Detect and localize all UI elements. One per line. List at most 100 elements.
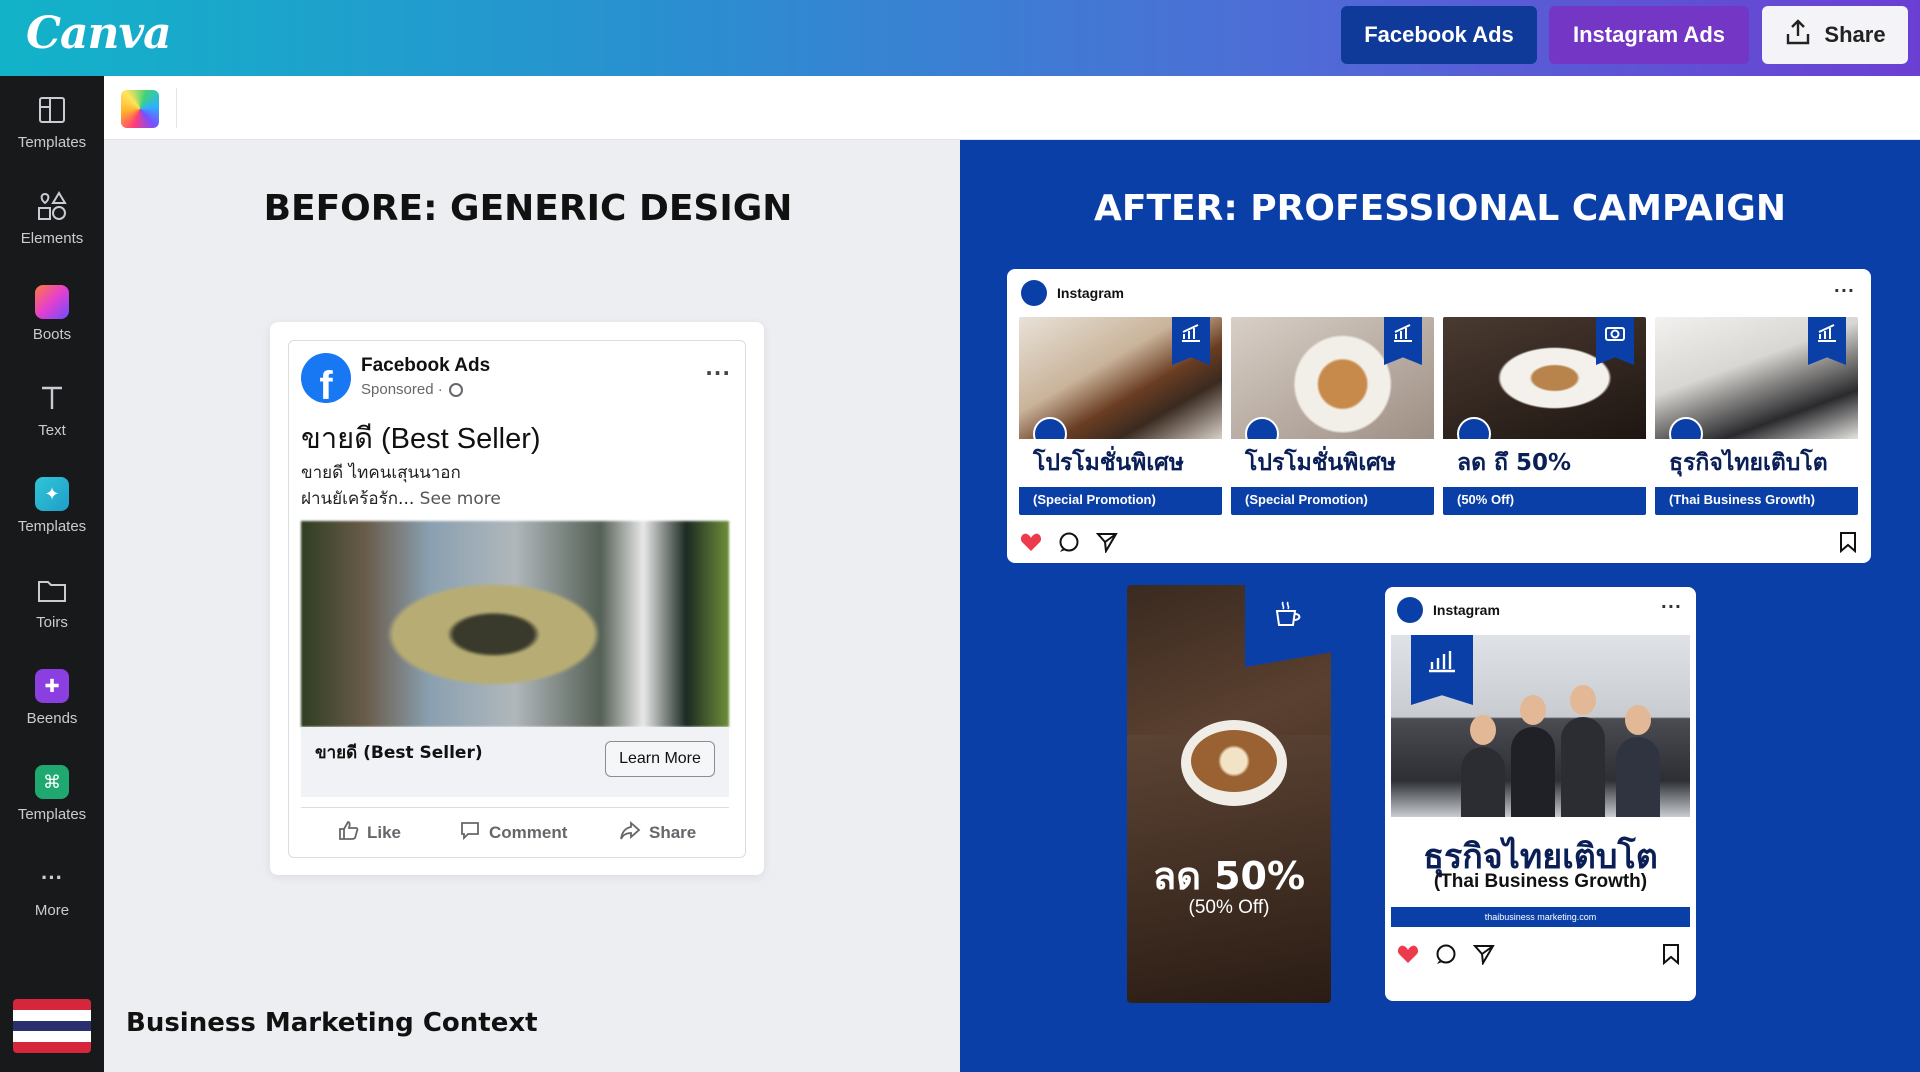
fb-sponsored-line: Sponsored ·	[361, 381, 463, 398]
more-options-icon[interactable]: ···	[705, 361, 731, 385]
layout-icon	[34, 92, 70, 128]
sidebar-item-templates[interactable]: Templates	[0, 92, 104, 172]
magic-icon: ✦	[34, 476, 70, 512]
business-meeting-photo	[1391, 635, 1690, 817]
before-panel: BEFORE: GENERIC DESIGN f Facebook Ads Sp…	[104, 140, 960, 1072]
color-picker-swatch[interactable]	[121, 90, 159, 128]
share-post-button[interactable]: Share	[619, 819, 696, 846]
more-options-icon[interactable]: ···	[1661, 597, 1682, 616]
post-subtitle: (Special Promotion)	[1033, 492, 1156, 507]
thumbs-up-icon	[337, 819, 359, 846]
like-button[interactable]: Like	[337, 819, 401, 846]
comment-button[interactable]: Comment	[459, 819, 567, 846]
sidebar-label: Beends	[26, 710, 78, 727]
share-label: Share	[1824, 22, 1886, 47]
bookmark-icon[interactable]	[1839, 531, 1857, 557]
fb-cta-text: ขายดี (Best Seller)	[315, 743, 483, 763]
sidebar-label: Boots	[32, 326, 72, 343]
post-subtitle: (50% Off)	[1457, 492, 1515, 507]
text-icon	[34, 380, 70, 416]
sidebar-item-magic-templates[interactable]: ✦ Templates	[0, 476, 104, 556]
fb-cta-bar: ขายดี (Best Seller) Learn More	[301, 727, 729, 797]
sidebar-item-more[interactable]: ··· More	[0, 860, 104, 940]
fb-body-line1: ขายดี ไทคนเสุนนาอก	[301, 463, 461, 483]
sidebar-item-apps-templates[interactable]: ⌘ Templates	[0, 764, 104, 844]
post-subtitle: (Special Promotion)	[1245, 492, 1368, 507]
post-title: โปรโมชั่นพิเศษ	[1033, 450, 1184, 476]
sidebar-label: More	[34, 902, 70, 919]
sidebar-item-boots[interactable]: Boots	[0, 284, 104, 364]
ig-account-name: Instagram	[1433, 602, 1500, 618]
learn-more-button[interactable]: Learn More	[605, 741, 715, 777]
toolbar-divider	[176, 88, 177, 128]
see-more-link[interactable]: See more	[420, 489, 501, 509]
sidebar-label: Text	[38, 422, 66, 439]
fb-page-name: Facebook Ads	[361, 355, 491, 376]
instagram-story-card[interactable]: ลด 50% (50% Off)	[1127, 585, 1331, 1003]
post-subtitle: (Thai Business Growth)	[1669, 492, 1815, 507]
top-header: Canva Facebook Ads Instagram Ads Share	[0, 0, 1920, 76]
editor-toolbar	[104, 76, 1920, 140]
share-post-label: Share	[649, 822, 697, 842]
post-title: โปรโมชั่นพิเศษ	[1245, 450, 1396, 476]
facebook-ads-button[interactable]: Facebook Ads	[1341, 6, 1537, 64]
fb-divider	[301, 807, 729, 808]
ig-post-tile[interactable]: ธุรกิจไทยเติบโต (Thai Business Growth)	[1655, 317, 1858, 515]
instagram-feed-card[interactable]: Instagram ··· โปรโมชั่นพิเศษ (Special Pr…	[1007, 269, 1871, 563]
after-panel: AFTER: PROFESSIONAL CAMPAIGN Instagram ·…	[960, 140, 1920, 1072]
share-arrow-icon	[619, 819, 641, 846]
before-title: BEFORE: GENERIC DESIGN	[263, 188, 793, 229]
heart-icon[interactable]	[1397, 944, 1419, 968]
coffee-cup-icon	[1245, 585, 1331, 667]
fb-ad-image	[301, 521, 729, 727]
post-title: ธุรกิจไทยเติบโต	[1669, 450, 1828, 476]
sidebar-label: Toirs	[36, 614, 68, 631]
latte-cup	[1181, 720, 1287, 806]
facebook-ad-card: f Facebook Ads Sponsored · ··· ขายดี (Be…	[288, 340, 746, 858]
brand-icon: ✚	[34, 668, 70, 704]
sidebar-item-beends[interactable]: ✚ Beends	[0, 668, 104, 748]
comment-icon[interactable]	[1435, 943, 1457, 969]
canva-logo[interactable]: Canva	[26, 8, 172, 59]
ig-reactions	[1020, 531, 1118, 557]
ig-post-tile[interactable]: โปรโมชั่นพิเศษ (Special Promotion)	[1019, 317, 1222, 515]
comment-icon	[459, 819, 481, 846]
send-icon[interactable]	[1472, 943, 1495, 969]
fb-sponsored-label: Sponsored ·	[361, 381, 443, 398]
chart-icon	[1411, 635, 1473, 705]
sidebar-item-elements[interactable]: Elements	[0, 188, 104, 268]
send-icon[interactable]	[1095, 531, 1118, 557]
sidebar-item-toirs[interactable]: Toirs	[0, 572, 104, 652]
instagram-post-card[interactable]: Instagram ··· ธุรกิจไทยเติบโต (Thai Busi…	[1385, 587, 1696, 1001]
ig-post-tile[interactable]: ลด ถึ 50% (50% Off)	[1443, 317, 1646, 515]
sidebar-item-text[interactable]: Text	[0, 380, 104, 460]
context-label: Business Marketing Context	[126, 1008, 538, 1038]
fb-headline: ขายดี (Best Seller)	[301, 423, 541, 455]
fb-body-text: ฝานยัเคร้อรัก...	[301, 489, 415, 509]
post-subtitle: (Thai Business Growth)	[1433, 871, 1648, 892]
sidebar-label: Templates	[17, 518, 87, 535]
post-title: ลด ถึ 50%	[1457, 450, 1572, 476]
gradient-app-icon	[34, 284, 70, 320]
ig-reactions	[1397, 943, 1495, 969]
apps-icon: ⌘	[34, 764, 70, 800]
fb-body-line2: ฝานยัเคร้อรัก... See more	[301, 485, 501, 512]
ig-account-name: Instagram	[1057, 285, 1124, 301]
bookmark-icon[interactable]	[1662, 943, 1680, 969]
more-options-icon[interactable]: ···	[1834, 281, 1855, 300]
globe-icon	[448, 382, 463, 397]
comment-icon[interactable]	[1058, 531, 1080, 557]
like-label: Like	[367, 822, 402, 842]
comment-label: Comment	[489, 822, 568, 842]
sidebar-label: Templates	[17, 806, 87, 823]
facebook-ad-frame[interactable]: f Facebook Ads Sponsored · ··· ขายดี (Be…	[270, 322, 764, 875]
heart-icon[interactable]	[1020, 532, 1042, 556]
ig-post-tile[interactable]: โปรโมชั่นพิเศษ (Special Promotion)	[1231, 317, 1434, 515]
share-button[interactable]: Share	[1762, 6, 1908, 64]
sidebar-label: Elements	[20, 230, 84, 247]
ig-avatar	[1021, 280, 1047, 306]
thailand-flag-icon	[13, 999, 91, 1053]
instagram-ads-button[interactable]: Instagram Ads	[1549, 6, 1749, 64]
shapes-icon	[34, 188, 70, 224]
left-sidebar: Templates Elements Boots Text ✦ Template…	[0, 76, 104, 1072]
